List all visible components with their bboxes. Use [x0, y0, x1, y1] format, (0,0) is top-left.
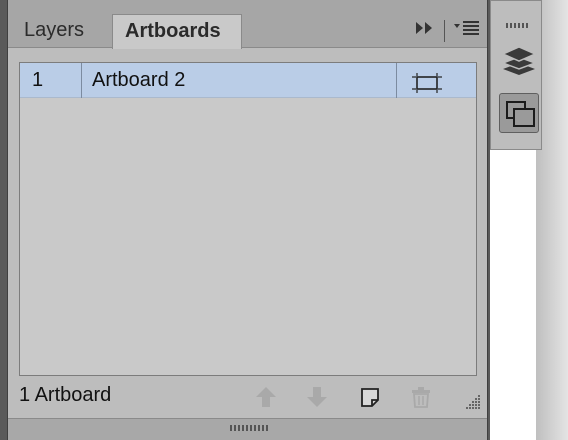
- panel-dock: [490, 0, 542, 150]
- layers-stack-icon[interactable]: [499, 41, 539, 81]
- tab-artboards[interactable]: Artboards: [112, 14, 242, 49]
- panel-bottom-handle[interactable]: [8, 418, 487, 440]
- artboards-icon[interactable]: [499, 93, 539, 133]
- arrow-down-icon[interactable]: [304, 384, 330, 410]
- controls-divider: [444, 20, 445, 42]
- artboard-row[interactable]: 1 Artboard 2: [20, 63, 476, 98]
- panel-tab-bar: Layers Artboards: [8, 0, 487, 49]
- artboard-frame-icon[interactable]: [410, 70, 450, 93]
- trash-icon[interactable]: [408, 384, 434, 410]
- panel-menu-icon[interactable]: [453, 14, 481, 48]
- column-divider: [396, 63, 397, 98]
- tab-layers[interactable]: Layers: [12, 14, 108, 48]
- column-divider: [81, 63, 82, 98]
- drag-grip: [230, 425, 268, 431]
- new-artboard-icon[interactable]: [358, 384, 384, 410]
- resize-grip-icon[interactable]: [463, 392, 481, 410]
- artboard-name[interactable]: Artboard 2: [92, 63, 392, 98]
- panel-controls: [401, 14, 481, 48]
- arrow-up-icon[interactable]: [253, 384, 279, 410]
- panel-footer: 1 Artboard: [8, 376, 487, 418]
- artboards-list: 1 Artboard 2: [19, 62, 477, 376]
- double-chevron-right-icon[interactable]: [414, 14, 436, 48]
- artboard-count: 1 Artboard: [19, 384, 112, 406]
- artboards-panel: Layers Artboards 1 Artboard 2 1 Artboard: [7, 0, 488, 440]
- artboard-index: 1: [32, 69, 44, 91]
- dock-grip[interactable]: [506, 23, 530, 28]
